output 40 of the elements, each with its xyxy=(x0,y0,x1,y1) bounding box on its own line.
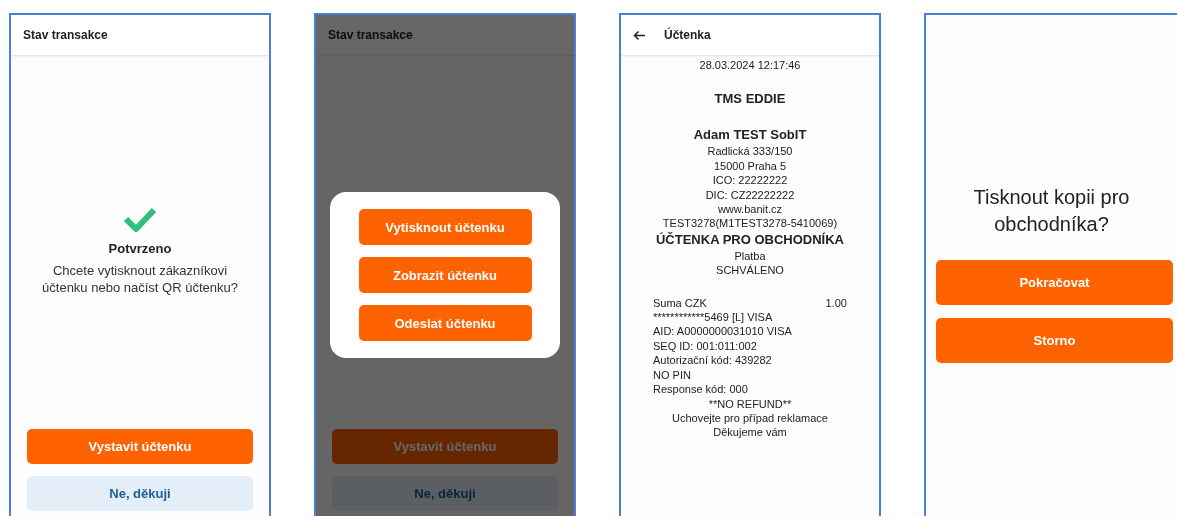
dialog-option-button[interactable]: Zobrazit účtenku xyxy=(358,257,532,293)
back-arrow-icon[interactable] xyxy=(633,29,646,41)
receipt-line: ************5469 [L] VISA xyxy=(653,310,774,325)
screen-title: Stav transakce xyxy=(23,28,108,42)
receipt-line: Platba xyxy=(733,248,767,264)
checkmark-icon xyxy=(123,206,157,232)
receipt-line: Děkujeme vám xyxy=(712,425,788,440)
decline-button[interactable]: Ne, děkuji xyxy=(27,476,253,511)
receipt-line: NO PIN xyxy=(653,367,692,383)
issue-receipt-button[interactable]: Vystavit účtenku xyxy=(332,429,558,464)
dialog-option-button[interactable]: Odeslat účtenku xyxy=(358,305,532,341)
receipt-line: SCHVÁLENO xyxy=(715,263,785,278)
receipt-line: **NO REFUND** xyxy=(707,396,793,411)
question-text: Tisknout kopii pro obchodníka? xyxy=(972,185,1131,237)
receipt-line: 28.03.2024 12:17:46 xyxy=(698,58,802,73)
receipt-heading: ÚČTENKA PRO OBCHODNÍKA xyxy=(655,230,845,249)
receipt-heading: TMS EDDIE xyxy=(713,90,787,109)
screen-title: Stav transakce xyxy=(328,28,413,42)
receipt-line: AID: A0000000031010 VISA xyxy=(653,324,793,339)
receipt-heading: Adam TEST SobIT xyxy=(692,126,808,145)
receipt-line: Radlická 333/150 xyxy=(706,144,794,159)
receipt-line: TEST3278(M1TEST3278-5410069) xyxy=(661,216,839,231)
status-heading: Potvrzeno xyxy=(108,241,172,256)
issue-receipt-button[interactable]: Vystavit účtenku xyxy=(27,429,253,464)
receipt-line: www.banit.cz xyxy=(716,202,784,217)
message-text: Chcete vytisknout zákazníkovi účtenku nebo načíst QR účtenku? xyxy=(41,262,239,296)
decline-button[interactable]: Ne, děkuji xyxy=(332,476,558,511)
receipt-line: 15000 Praha 5 xyxy=(712,158,788,174)
dialog-option-button[interactable]: Vytisknout účtenku xyxy=(358,209,532,245)
receipt-line: DIC: CZ22222222 xyxy=(704,187,796,203)
receipt-line: Autorizační kód: 439282 xyxy=(653,353,773,368)
screen-title: Účtenka xyxy=(664,28,711,42)
cancel-button[interactable]: Storno xyxy=(936,318,1173,363)
receipt-line: Response kód: 000 xyxy=(653,382,749,397)
receipt-label: Suma CZK xyxy=(653,295,707,311)
receipt-line: ICO: 22222222 xyxy=(711,173,789,188)
receipt-line: SEQ ID: 001:011:002 xyxy=(653,338,758,354)
receipt-line: Uchovejte pro případ reklamace xyxy=(671,410,829,426)
continue-button[interactable]: Pokračovat xyxy=(936,260,1173,305)
receipt-value: 1.00 xyxy=(825,295,847,311)
